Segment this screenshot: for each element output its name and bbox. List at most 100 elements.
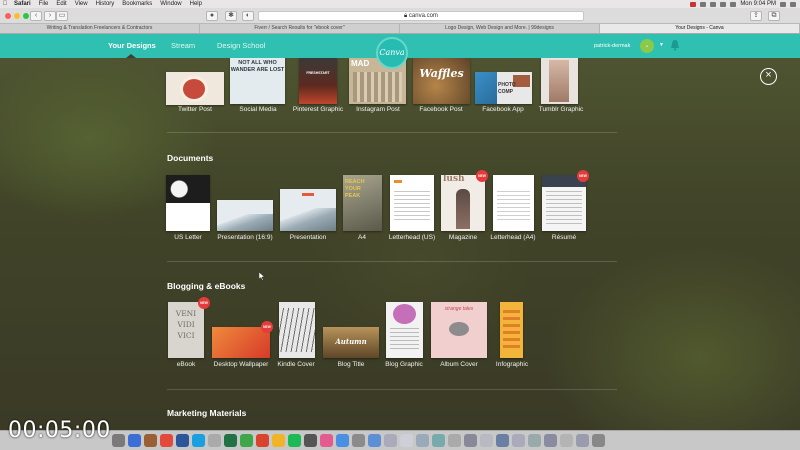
app-icon[interactable] xyxy=(384,434,397,447)
thumb-facebook-post[interactable]: Waffles xyxy=(413,58,470,104)
app-icon[interactable] xyxy=(304,434,317,447)
word-icon[interactable] xyxy=(176,434,189,447)
menu-history[interactable]: History xyxy=(92,0,119,8)
safari-icon[interactable] xyxy=(128,434,141,447)
thumb-pinterest-graphic[interactable]: FRESHSTART xyxy=(299,58,337,104)
tabs-overview-icon[interactable]: ⧉ xyxy=(768,11,780,21)
app-icon[interactable] xyxy=(272,434,285,447)
thumb-album-cover[interactable]: strange tales xyxy=(431,302,487,358)
thumb-ebook[interactable]: VENI VIDI VICI xyxy=(168,302,204,358)
extension-icon[interactable]: ✱ xyxy=(225,11,237,21)
thumb-blog-title[interactable]: Autumn xyxy=(323,327,379,358)
thumb-presentation-16-9[interactable] xyxy=(217,200,273,231)
thumb-tumblr-graphic[interactable] xyxy=(541,58,578,104)
sidebar-icon[interactable]: ▭ xyxy=(56,11,68,21)
thumb-resume[interactable] xyxy=(542,175,586,231)
thumb-desktop-wallpaper[interactable] xyxy=(212,327,270,358)
app-icon[interactable] xyxy=(144,434,157,447)
app-icon[interactable] xyxy=(576,434,589,447)
tab-freelancers[interactable]: Writing & Translation Freelancers & Cont… xyxy=(0,24,200,33)
mountain-image xyxy=(280,207,336,231)
close-window-icon[interactable] xyxy=(5,13,11,19)
share-icon[interactable]: ⇪ xyxy=(750,11,762,21)
tab-99designs[interactable]: Logo Design, Web Design and More. | 99de… xyxy=(400,24,600,33)
status-icon[interactable] xyxy=(710,1,717,7)
app-icon[interactable] xyxy=(352,434,365,447)
app-icon[interactable] xyxy=(208,434,221,447)
menu-help[interactable]: Help xyxy=(186,0,206,8)
section-title-blogging: Blogging & eBooks xyxy=(167,281,246,291)
canva-logo[interactable]: Canva xyxy=(376,37,408,69)
itunes-icon[interactable] xyxy=(320,434,333,447)
chrome-icon[interactable] xyxy=(256,434,269,447)
username[interactable]: patrick-dermak xyxy=(594,34,630,58)
thumb-twitter-post[interactable] xyxy=(166,72,224,105)
thumb-text: Autumn xyxy=(335,337,367,346)
thumb-us-letter[interactable] xyxy=(166,175,210,231)
battery-icon[interactable] xyxy=(730,1,737,7)
app-icon[interactable] xyxy=(400,434,413,447)
nav-design-school[interactable]: Design School xyxy=(217,34,265,58)
app-icon[interactable] xyxy=(480,434,493,447)
thumb-social-media[interactable]: NOT ALL WHO WANDER ARE LOST xyxy=(230,58,285,104)
trash-icon[interactable] xyxy=(592,434,605,447)
extension-icon[interactable]: ● xyxy=(206,11,218,21)
thumb-infographic[interactable] xyxy=(500,302,523,358)
address-bar[interactable]: 🔒︎ canva.com xyxy=(258,11,584,21)
list-icon[interactable] xyxy=(790,1,796,7)
menu-safari[interactable]: Safari xyxy=(10,0,35,8)
status-icon[interactable] xyxy=(700,1,707,7)
label-infographic[interactable]: Infographic xyxy=(472,361,552,369)
bell-icon[interactable] xyxy=(670,39,680,51)
menu-window[interactable]: Window xyxy=(156,0,185,8)
menubar-clock[interactable]: Mon 9:04 PM xyxy=(740,0,776,8)
thumb-text: REACH YOUR PEAK xyxy=(345,179,365,199)
skype-icon[interactable] xyxy=(192,434,205,447)
chevron-down-icon[interactable]: ▼ xyxy=(659,42,664,48)
status-record-icon[interactable] xyxy=(690,1,697,7)
back-button[interactable]: ‹ xyxy=(30,11,42,21)
menu-edit[interactable]: Edit xyxy=(52,0,70,8)
menu-bookmarks[interactable]: Bookmarks xyxy=(118,0,156,8)
app-icon[interactable] xyxy=(512,434,525,447)
app-icon[interactable] xyxy=(544,434,557,447)
spotify-icon[interactable] xyxy=(288,434,301,447)
tab-fiverr[interactable]: Fiverr / Search Results for "ebook cover… xyxy=(200,24,400,33)
label-resume[interactable]: Résumé xyxy=(524,234,604,242)
menu-view[interactable]: View xyxy=(71,0,92,8)
search-icon[interactable] xyxy=(780,1,786,7)
tab-your-designs[interactable]: Your Designs - Canva xyxy=(600,24,800,33)
app-icon[interactable] xyxy=(416,434,429,447)
close-icon[interactable]: × xyxy=(760,68,777,85)
wifi-icon[interactable] xyxy=(720,1,727,7)
app-icon[interactable] xyxy=(528,434,541,447)
label-tumblr-graphic[interactable]: Tumblr Graphic xyxy=(521,106,601,114)
minimize-window-icon[interactable] xyxy=(14,13,20,19)
app-icon[interactable] xyxy=(448,434,461,447)
app-icon[interactable] xyxy=(240,434,253,447)
thumb-presentation[interactable] xyxy=(280,189,336,231)
forward-button[interactable]: › xyxy=(44,11,56,21)
thumb-facebook-app[interactable]: PHOTO COMP xyxy=(475,72,532,104)
excel-icon[interactable] xyxy=(224,434,237,447)
thumb-a4[interactable]: REACH YOUR PEAK xyxy=(343,175,382,231)
avatar[interactable]: ● xyxy=(640,39,654,53)
extension-icon[interactable]: ◐ xyxy=(242,11,254,21)
menu-file[interactable]: File xyxy=(35,0,53,8)
apple-menu-icon[interactable]:  xyxy=(0,0,10,8)
thumb-blog-graphic[interactable] xyxy=(386,302,423,358)
app-icon[interactable] xyxy=(432,434,445,447)
nav-stream[interactable]: Stream xyxy=(171,34,195,58)
zoom-window-icon[interactable] xyxy=(23,13,29,19)
folder-icon[interactable] xyxy=(336,434,349,447)
thumb-kindle-cover[interactable] xyxy=(279,302,315,358)
app-icon[interactable] xyxy=(368,434,381,447)
app-icon[interactable] xyxy=(464,434,477,447)
finder-icon[interactable] xyxy=(112,434,125,447)
thumb-magazine[interactable]: lush xyxy=(441,175,485,231)
thumb-letterhead-us[interactable] xyxy=(390,175,434,231)
app-icon[interactable] xyxy=(560,434,573,447)
app-icon[interactable] xyxy=(496,434,509,447)
app-icon[interactable] xyxy=(160,434,173,447)
thumb-letterhead-a4[interactable] xyxy=(493,175,534,231)
